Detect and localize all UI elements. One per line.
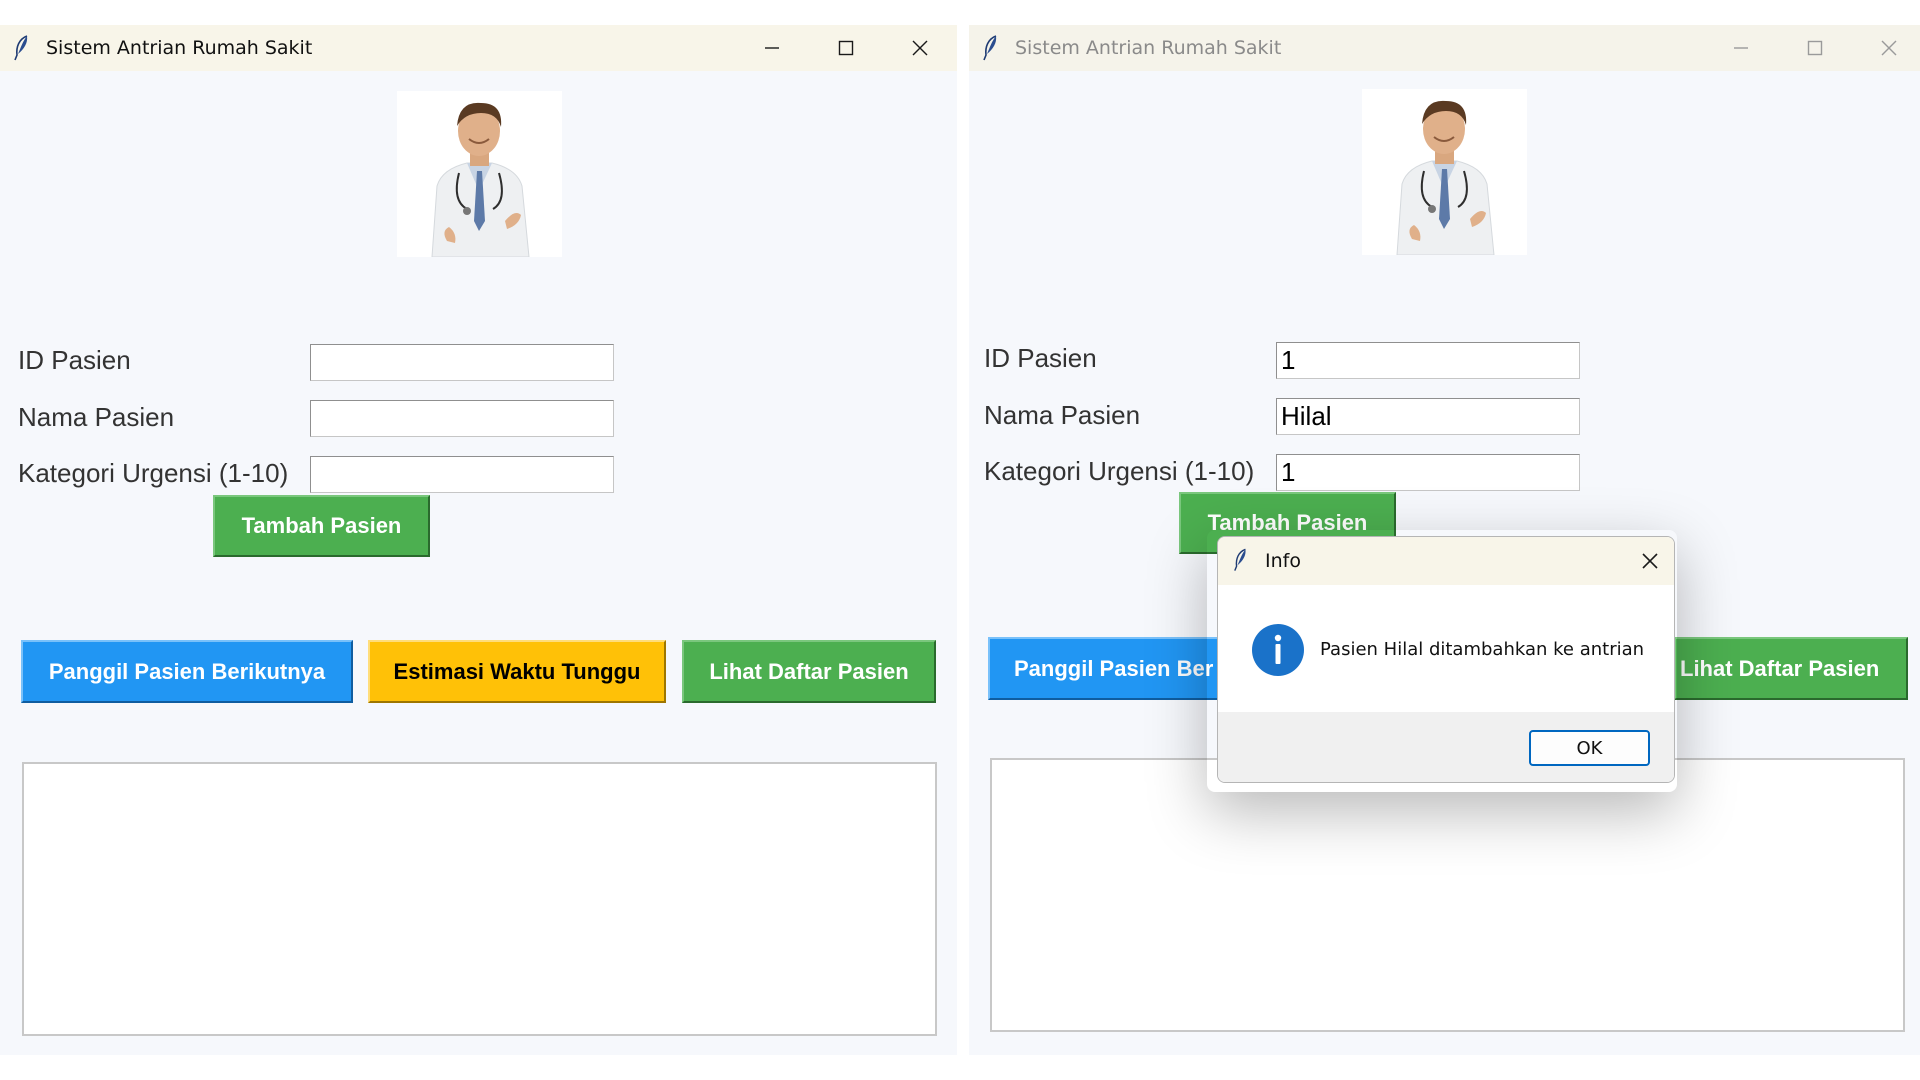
minimize-icon xyxy=(1734,47,1748,49)
feather-icon xyxy=(983,35,997,61)
patient-list-box[interactable] xyxy=(22,762,937,1036)
urgency-input[interactable] xyxy=(310,456,614,493)
id-input[interactable]: 1 xyxy=(1276,342,1580,379)
main-window-left: Sistem Antrian Rumah Sakit ID Pasien Nam… xyxy=(0,25,957,1055)
id-input[interactable] xyxy=(310,344,614,381)
dialog-body: Pasien Hilal ditambahkan ke antrian xyxy=(1218,585,1674,712)
name-label: Nama Pasien xyxy=(18,402,175,432)
feather-icon xyxy=(1234,548,1246,571)
call-next-patient-button[interactable]: Panggil Pasien Berikutnya xyxy=(21,640,353,703)
name-input[interactable] xyxy=(310,400,614,437)
close-icon xyxy=(1642,553,1658,569)
dialog-message: Pasien Hilal ditambahkan ke antrian xyxy=(1320,639,1645,660)
maximize-icon xyxy=(838,40,854,56)
close-icon xyxy=(912,40,928,56)
ok-button[interactable]: OK xyxy=(1529,730,1650,766)
estimate-wait-button[interactable]: Estimasi Waktu Tunggu xyxy=(368,640,666,703)
close-icon xyxy=(1881,40,1897,56)
window-title: Sistem Antrian Rumah Sakit xyxy=(46,37,313,59)
dialog-close-button[interactable] xyxy=(1626,537,1674,585)
patient-list-box[interactable] xyxy=(990,758,1905,1032)
id-label: ID Pasien xyxy=(984,343,1097,373)
dialog-title-bar[interactable]: Info xyxy=(1218,537,1674,585)
add-patient-button[interactable]: Tambah Pasien xyxy=(213,495,430,557)
maximize-button[interactable] xyxy=(809,25,883,71)
title-bar[interactable]: Sistem Antrian Rumah Sakit xyxy=(969,25,1920,71)
minimize-button[interactable] xyxy=(735,25,809,71)
id-label: ID Pasien xyxy=(18,345,131,375)
doctor-image xyxy=(397,91,562,257)
minimize-button[interactable] xyxy=(1704,25,1778,71)
urgency-label: Kategori Urgensi (1-10) xyxy=(18,458,289,488)
view-patient-list-button[interactable]: Lihat Daftar Pasien xyxy=(682,640,936,703)
info-dialog: Info Pasien Hilal ditambahkan ke antrian… xyxy=(1217,536,1675,783)
maximize-button[interactable] xyxy=(1778,25,1852,71)
name-input[interactable]: Hilal xyxy=(1276,398,1580,435)
maximize-icon xyxy=(1807,40,1823,56)
info-icon xyxy=(1252,624,1304,676)
title-bar[interactable]: Sistem Antrian Rumah Sakit xyxy=(0,25,957,71)
feather-icon xyxy=(14,35,28,61)
urgency-label: Kategori Urgensi (1-10) xyxy=(984,456,1255,486)
dialog-footer: OK xyxy=(1218,712,1674,782)
name-label: Nama Pasien xyxy=(984,400,1141,430)
close-button[interactable] xyxy=(1852,25,1920,71)
minimize-icon xyxy=(765,47,779,49)
window-title: Sistem Antrian Rumah Sakit xyxy=(1015,37,1282,59)
doctor-image xyxy=(1362,89,1527,255)
dialog-title: Info xyxy=(1265,550,1301,572)
urgency-input[interactable]: 1 xyxy=(1276,454,1580,491)
view-patient-list-button[interactable]: Lihat Daftar Pasien xyxy=(1674,637,1908,700)
close-button[interactable] xyxy=(883,25,957,71)
